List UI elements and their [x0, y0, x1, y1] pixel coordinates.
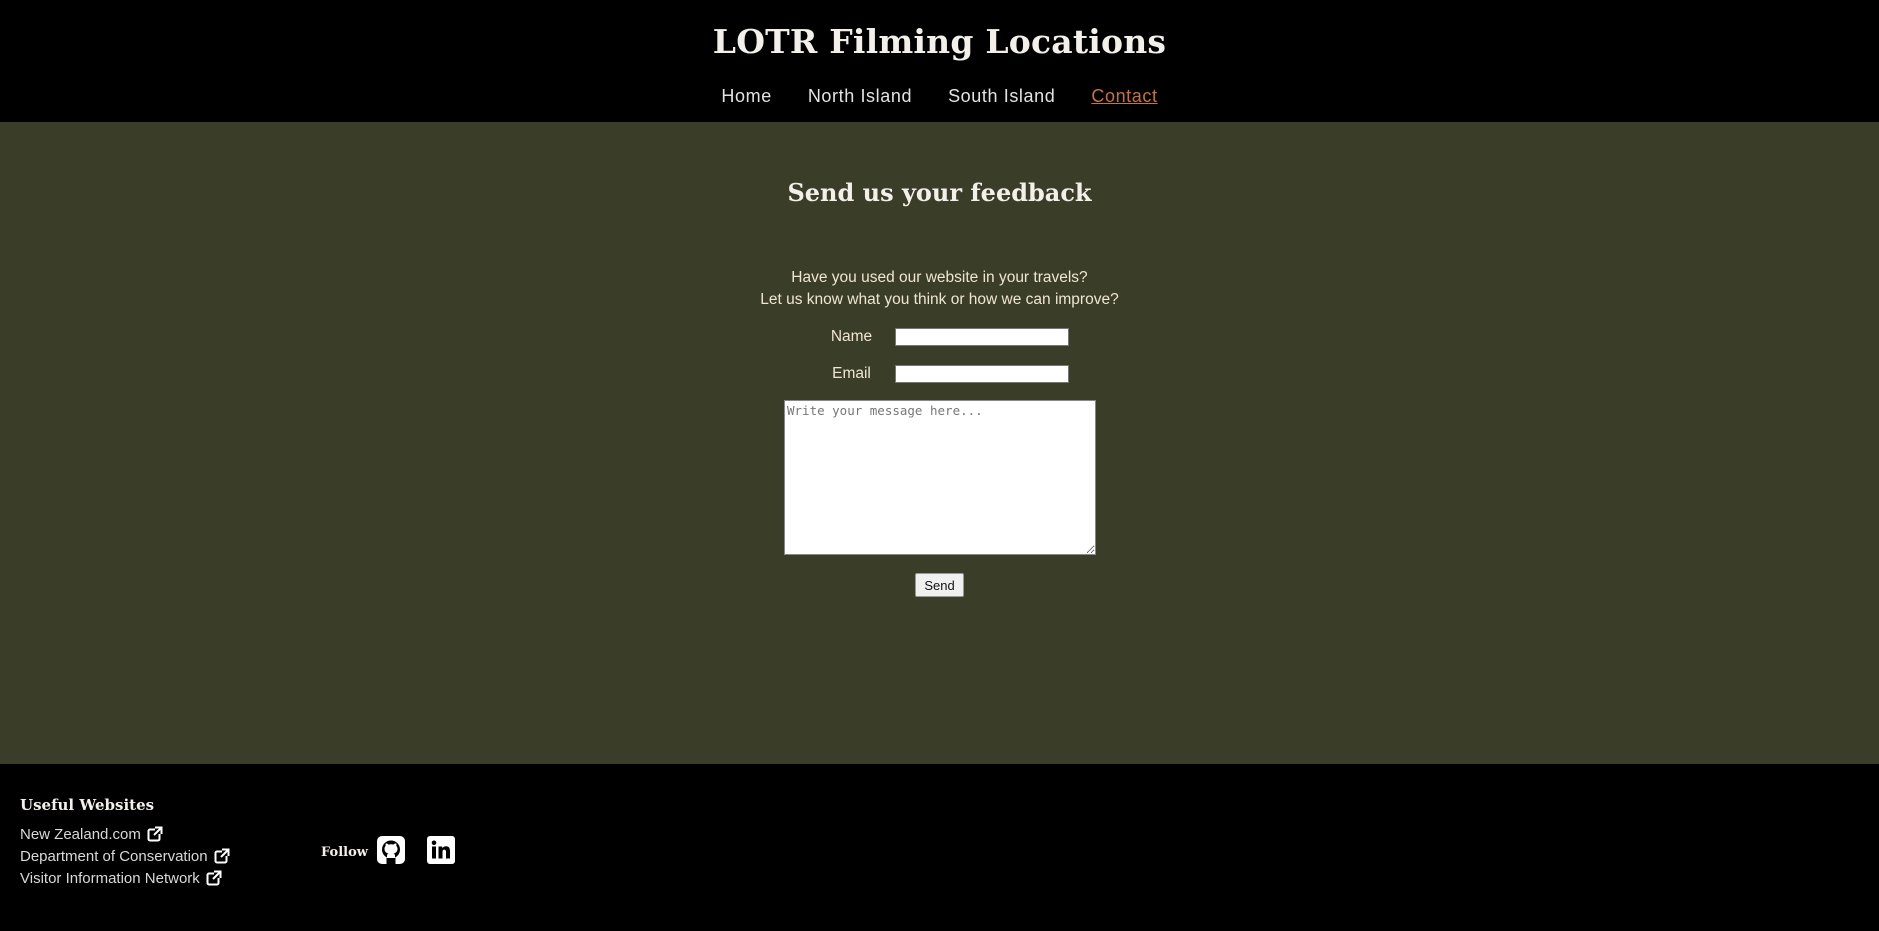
- feedback-intro: Have you used our website in your travel…: [0, 267, 1879, 311]
- nav-home[interactable]: Home: [721, 86, 771, 107]
- feedback-heading: Send us your feedback: [787, 178, 1092, 207]
- link-new-zealand[interactable]: New Zealand.com: [20, 823, 230, 845]
- useful-websites-heading: Useful Websites: [20, 796, 155, 814]
- email-label: Email: [832, 365, 871, 382]
- link-label: Visitor Information Network: [20, 869, 200, 887]
- link-department-of-conservation[interactable]: Department of Conservation: [20, 845, 230, 867]
- name-row: Name: [0, 326, 1879, 348]
- email-row: Email: [0, 363, 1879, 385]
- follow-section: Follow: [321, 836, 477, 869]
- external-link-icon: [206, 870, 222, 886]
- site-title: LOTR Filming Locations: [712, 22, 1167, 61]
- link-visitor-information-network[interactable]: Visitor Information Network: [20, 867, 230, 889]
- nav-south-island[interactable]: South Island: [948, 86, 1055, 107]
- github-icon: [376, 836, 405, 864]
- link-label: New Zealand.com: [20, 825, 141, 843]
- external-link-icon: [214, 848, 230, 864]
- intro-line-2: Let us know what you think or how we can…: [760, 291, 1119, 308]
- main-nav: Home North Island South Island Contact: [0, 86, 1879, 107]
- github-link[interactable]: [376, 836, 427, 869]
- site-header: LOTR Filming Locations Home North Island…: [0, 0, 1879, 122]
- link-label: Department of Conservation: [20, 847, 208, 865]
- site-footer: Useful Websites New Zealand.com Departme…: [0, 764, 1879, 931]
- message-textarea[interactable]: [784, 400, 1096, 555]
- nav-contact[interactable]: Contact: [1091, 86, 1157, 107]
- external-link-icon: [147, 826, 163, 842]
- send-button[interactable]: Send: [915, 573, 964, 597]
- intro-line-1: Have you used our website in your travel…: [791, 269, 1088, 286]
- linkedin-icon: [426, 836, 455, 864]
- name-field[interactable]: [895, 328, 1069, 346]
- follow-label: Follow: [321, 845, 368, 860]
- feedback-section: Send us your feedback Have you used our …: [0, 122, 1879, 764]
- linkedin-link[interactable]: [426, 836, 477, 869]
- email-field[interactable]: [895, 365, 1069, 383]
- name-label: Name: [830, 328, 873, 345]
- nav-north-island[interactable]: North Island: [808, 86, 912, 107]
- useful-links: New Zealand.com Department of Conservati…: [20, 823, 230, 889]
